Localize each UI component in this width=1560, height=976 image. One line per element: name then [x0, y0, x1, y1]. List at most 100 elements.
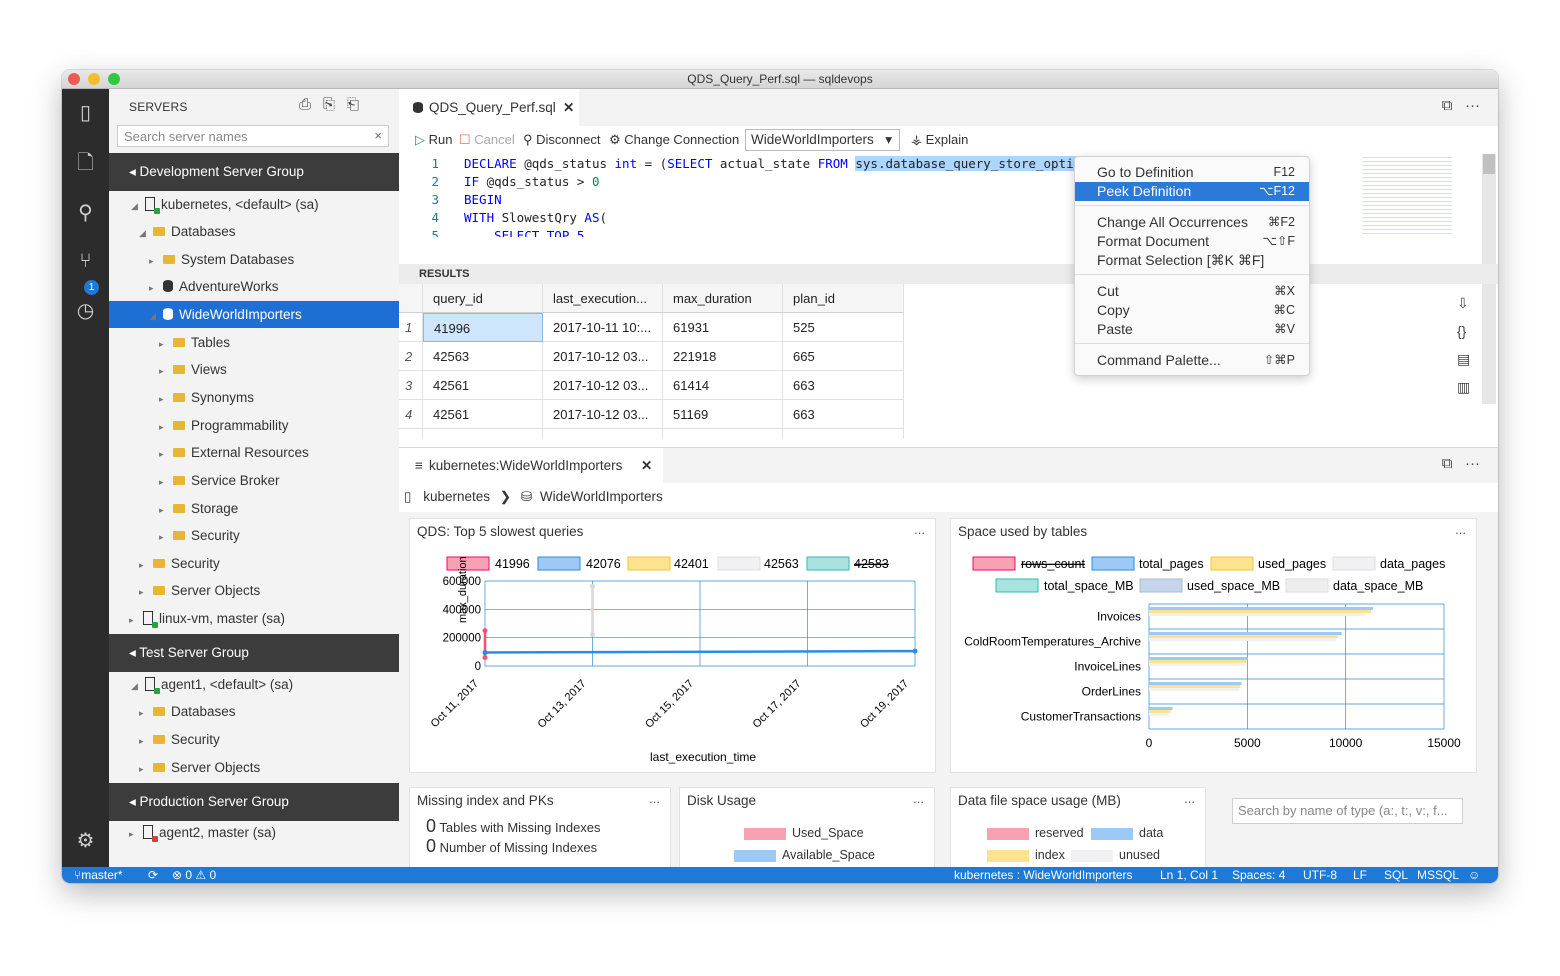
run-button[interactable]: ▷ Run — [415, 126, 452, 154]
database-icon — [413, 102, 423, 113]
cancel-button[interactable]: ☐ Cancel — [459, 126, 515, 154]
active-connections-icon[interactable]: ⎗ — [347, 96, 359, 113]
space-plot-area: 0 5000 10000 15000 Invoices ColdRoomTemperatu… — [964, 603, 1461, 750]
widget-qds-slowest[interactable]: QDS: Top 5 slowest queries ... 41996 420… — [409, 518, 936, 773]
legend-label: rows_count — [1021, 557, 1085, 571]
menu-item-format-document[interactable]: Format Document ⌥⇧F — [1075, 232, 1309, 251]
server-node-agent2[interactable]: ▸ agent2, master (sa) — [109, 819, 399, 846]
tree-node-server-security[interactable]: ▸ Security — [109, 550, 399, 577]
sync-icon[interactable]: ⟳ — [148, 867, 158, 883]
branch-indicator[interactable]: ⑂ master* — [74, 867, 123, 883]
tree-node-external-resources[interactable]: ▸ External Resources — [109, 439, 399, 466]
feedback-icon[interactable]: ☺ — [1468, 867, 1480, 883]
widget-space-used[interactable]: Space used by tables ... rows_count tota… — [950, 518, 1477, 773]
database-icon: ⛁ — [520, 489, 533, 504]
server-group-production[interactable]: ◂ Production Server Group — [109, 783, 399, 821]
tree-node-service-broker[interactable]: ▸ Service Broker — [109, 467, 399, 494]
preview-icon[interactable]: ⧉ — [1442, 455, 1453, 472]
widget-missing-index[interactable]: Missing index and PKs ... 0 Tables with … — [409, 787, 671, 877]
more-actions-icon[interactable]: ··· — [1465, 455, 1480, 472]
end-of-line[interactable]: LF — [1353, 867, 1367, 883]
menu-item-peek-definition[interactable]: Peek Definition ⌥F12 — [1075, 182, 1309, 201]
search-icon[interactable]: ⚲ — [73, 201, 98, 226]
server-node-kubernetes[interactable]: ◢ kubernetes, <default> (sa) — [109, 191, 399, 218]
preview-icon[interactable]: ⧉ — [1442, 97, 1453, 114]
chart-icon[interactable]: ▥ — [1457, 373, 1470, 401]
widget-menu-icon[interactable]: ... — [913, 791, 924, 806]
save-csv-icon[interactable]: ⇩ — [1457, 289, 1470, 317]
widget-menu-icon[interactable]: ... — [1184, 791, 1195, 806]
menu-item-copy[interactable]: Copy ⌘C — [1075, 301, 1309, 320]
change-connection-button[interactable]: ⚙ Change Connection — [609, 126, 739, 154]
tree-node-system-databases[interactable]: ▸ System Databases — [109, 246, 399, 273]
server-group-development[interactable]: ◂ Development Server Group — [109, 153, 399, 191]
widget-disk-usage[interactable]: Disk Usage ... Used_Space Available_Spac… — [679, 787, 935, 877]
database-select[interactable]: WideWorldImporters ▾ — [745, 129, 900, 151]
gear-icon[interactable]: ⚙ — [73, 829, 98, 854]
menu-item-command-palette[interactable]: Command Palette... ⇧⌘P — [1075, 351, 1309, 370]
dashboard-icon: ≡ — [415, 458, 423, 473]
widget-menu-icon[interactable]: ... — [649, 791, 660, 806]
new-connection-icon[interactable]: ⎙ — [299, 96, 311, 113]
tree-node-wideworldimporters[interactable]: ◢ WideWorldImporters — [109, 301, 399, 328]
tree-node-agent1-databases[interactable]: ▸ Databases — [109, 698, 399, 725]
tree-node-storage[interactable]: ▸ Storage — [109, 495, 399, 522]
source-control-icon[interactable]: ⑂ — [73, 249, 98, 274]
menu-item-cut[interactable]: Cut ⌘X — [1075, 282, 1309, 301]
breadcrumb-database[interactable]: WideWorldImporters — [540, 489, 663, 504]
tree-node-agent1-security[interactable]: ▸ Security — [109, 726, 399, 753]
indentation[interactable]: Spaces: 4 — [1232, 867, 1285, 883]
window-title: QDS_Query_Perf.sql — sqldevops — [687, 72, 873, 86]
explorer-icon[interactable]: 🗋 — [73, 151, 98, 176]
close-tab-icon[interactable]: ✕ — [563, 89, 574, 126]
tree-node-views[interactable]: ▸ Views — [109, 356, 399, 383]
explain-button[interactable]: ⚶ Explain — [911, 126, 968, 154]
tree-node-agent1-server-objects[interactable]: ▸ Server Objects — [109, 754, 399, 781]
server-group-test[interactable]: ◂ Test Server Group — [109, 634, 399, 672]
tree-node-synonyms[interactable]: ▸ Synonyms — [109, 384, 399, 411]
history-icon[interactable]: ◷ — [73, 299, 98, 324]
sql-dialect[interactable]: MSSQL — [1417, 867, 1459, 883]
code-line-1: DECLARE @qds_status int = (SELECT actual… — [464, 156, 1097, 171]
save-excel-icon[interactable]: ▤ — [1457, 345, 1470, 373]
widget-data-file-usage[interactable]: Data file space usage (MB) ... reserved … — [950, 787, 1206, 877]
menu-item-change-all-occurrences[interactable]: Change All Occurrences ⌘F2 — [1075, 213, 1309, 232]
tab-dashboard[interactable]: ≡ kubernetes:WideWorldImporters ✕ — [399, 448, 663, 483]
language-mode[interactable]: SQL — [1384, 867, 1408, 883]
clear-search-icon[interactable]: × — [374, 128, 382, 143]
minimap[interactable] — [1362, 154, 1452, 234]
code-line-2: IF @qds_status > 0 — [464, 174, 600, 189]
legend-swatch — [1210, 556, 1254, 571]
tree-node-adventureworks[interactable]: ▸ AdventureWorks — [109, 273, 399, 300]
server-search-input[interactable]: Search server names × — [117, 125, 389, 147]
menu-item-paste[interactable]: Paste ⌘V — [1075, 320, 1309, 339]
tree-node-security[interactable]: ▸ Security — [109, 522, 399, 549]
more-actions-icon[interactable]: ··· — [1465, 97, 1480, 114]
legend-label: total_space_MB — [1044, 579, 1134, 593]
servers-icon[interactable]: ▯ — [73, 101, 98, 126]
server-node-linux-vm[interactable]: ▸ linux-vm, master (sa) — [109, 605, 399, 632]
tree-node-tables[interactable]: ▸ Tables — [109, 329, 399, 356]
dashboard-search-input[interactable]: Search by name of type (a:, t:, v:, f... — [1232, 798, 1463, 824]
connection-indicator[interactable]: kubernetes : WideWorldImporters — [954, 867, 1133, 883]
server-node-agent1[interactable]: ◢ agent1, <default> (sa) — [109, 671, 399, 698]
menu-item-format-selection[interactable]: Format Selection [⌘K ⌘F] — [1075, 251, 1309, 270]
problems-indicator[interactable]: ⊗ 0 ⚠ 0 — [172, 867, 216, 883]
tree-node-programmability[interactable]: ▸ Programmability — [109, 412, 399, 439]
save-json-icon[interactable]: {} — [1457, 317, 1470, 345]
sidebar-toolbar: ⎙ ⎘ ⎗ — [299, 96, 371, 113]
close-tab-icon[interactable]: ✕ — [641, 448, 652, 483]
menu-item-go-to-definition[interactable]: Go to Definition F12 — [1075, 163, 1309, 182]
code-editor[interactable]: 1 DECLARE @qds_status int = (SELECT actu… — [399, 154, 1498, 264]
column-header: query_id — [423, 284, 543, 313]
breadcrumb-server[interactable]: kubernetes — [423, 489, 490, 504]
cursor-position[interactable]: Ln 1, Col 1 — [1160, 867, 1218, 883]
results-grid[interactable]: query_id last_execution... max_duration … — [399, 284, 904, 439]
disconnect-button[interactable]: ⚲ Disconnect — [523, 126, 600, 154]
encoding[interactable]: UTF-8 — [1303, 867, 1337, 883]
legend-label: total_pages — [1139, 557, 1204, 571]
new-group-icon[interactable]: ⎘ — [323, 96, 335, 113]
tab-qds-query-perf[interactable]: QDS_Query_Perf.sql ✕ — [399, 89, 579, 126]
tree-node-databases[interactable]: ◢ Databases — [109, 218, 399, 245]
tree-node-server-objects[interactable]: ▸ Server Objects — [109, 577, 399, 604]
